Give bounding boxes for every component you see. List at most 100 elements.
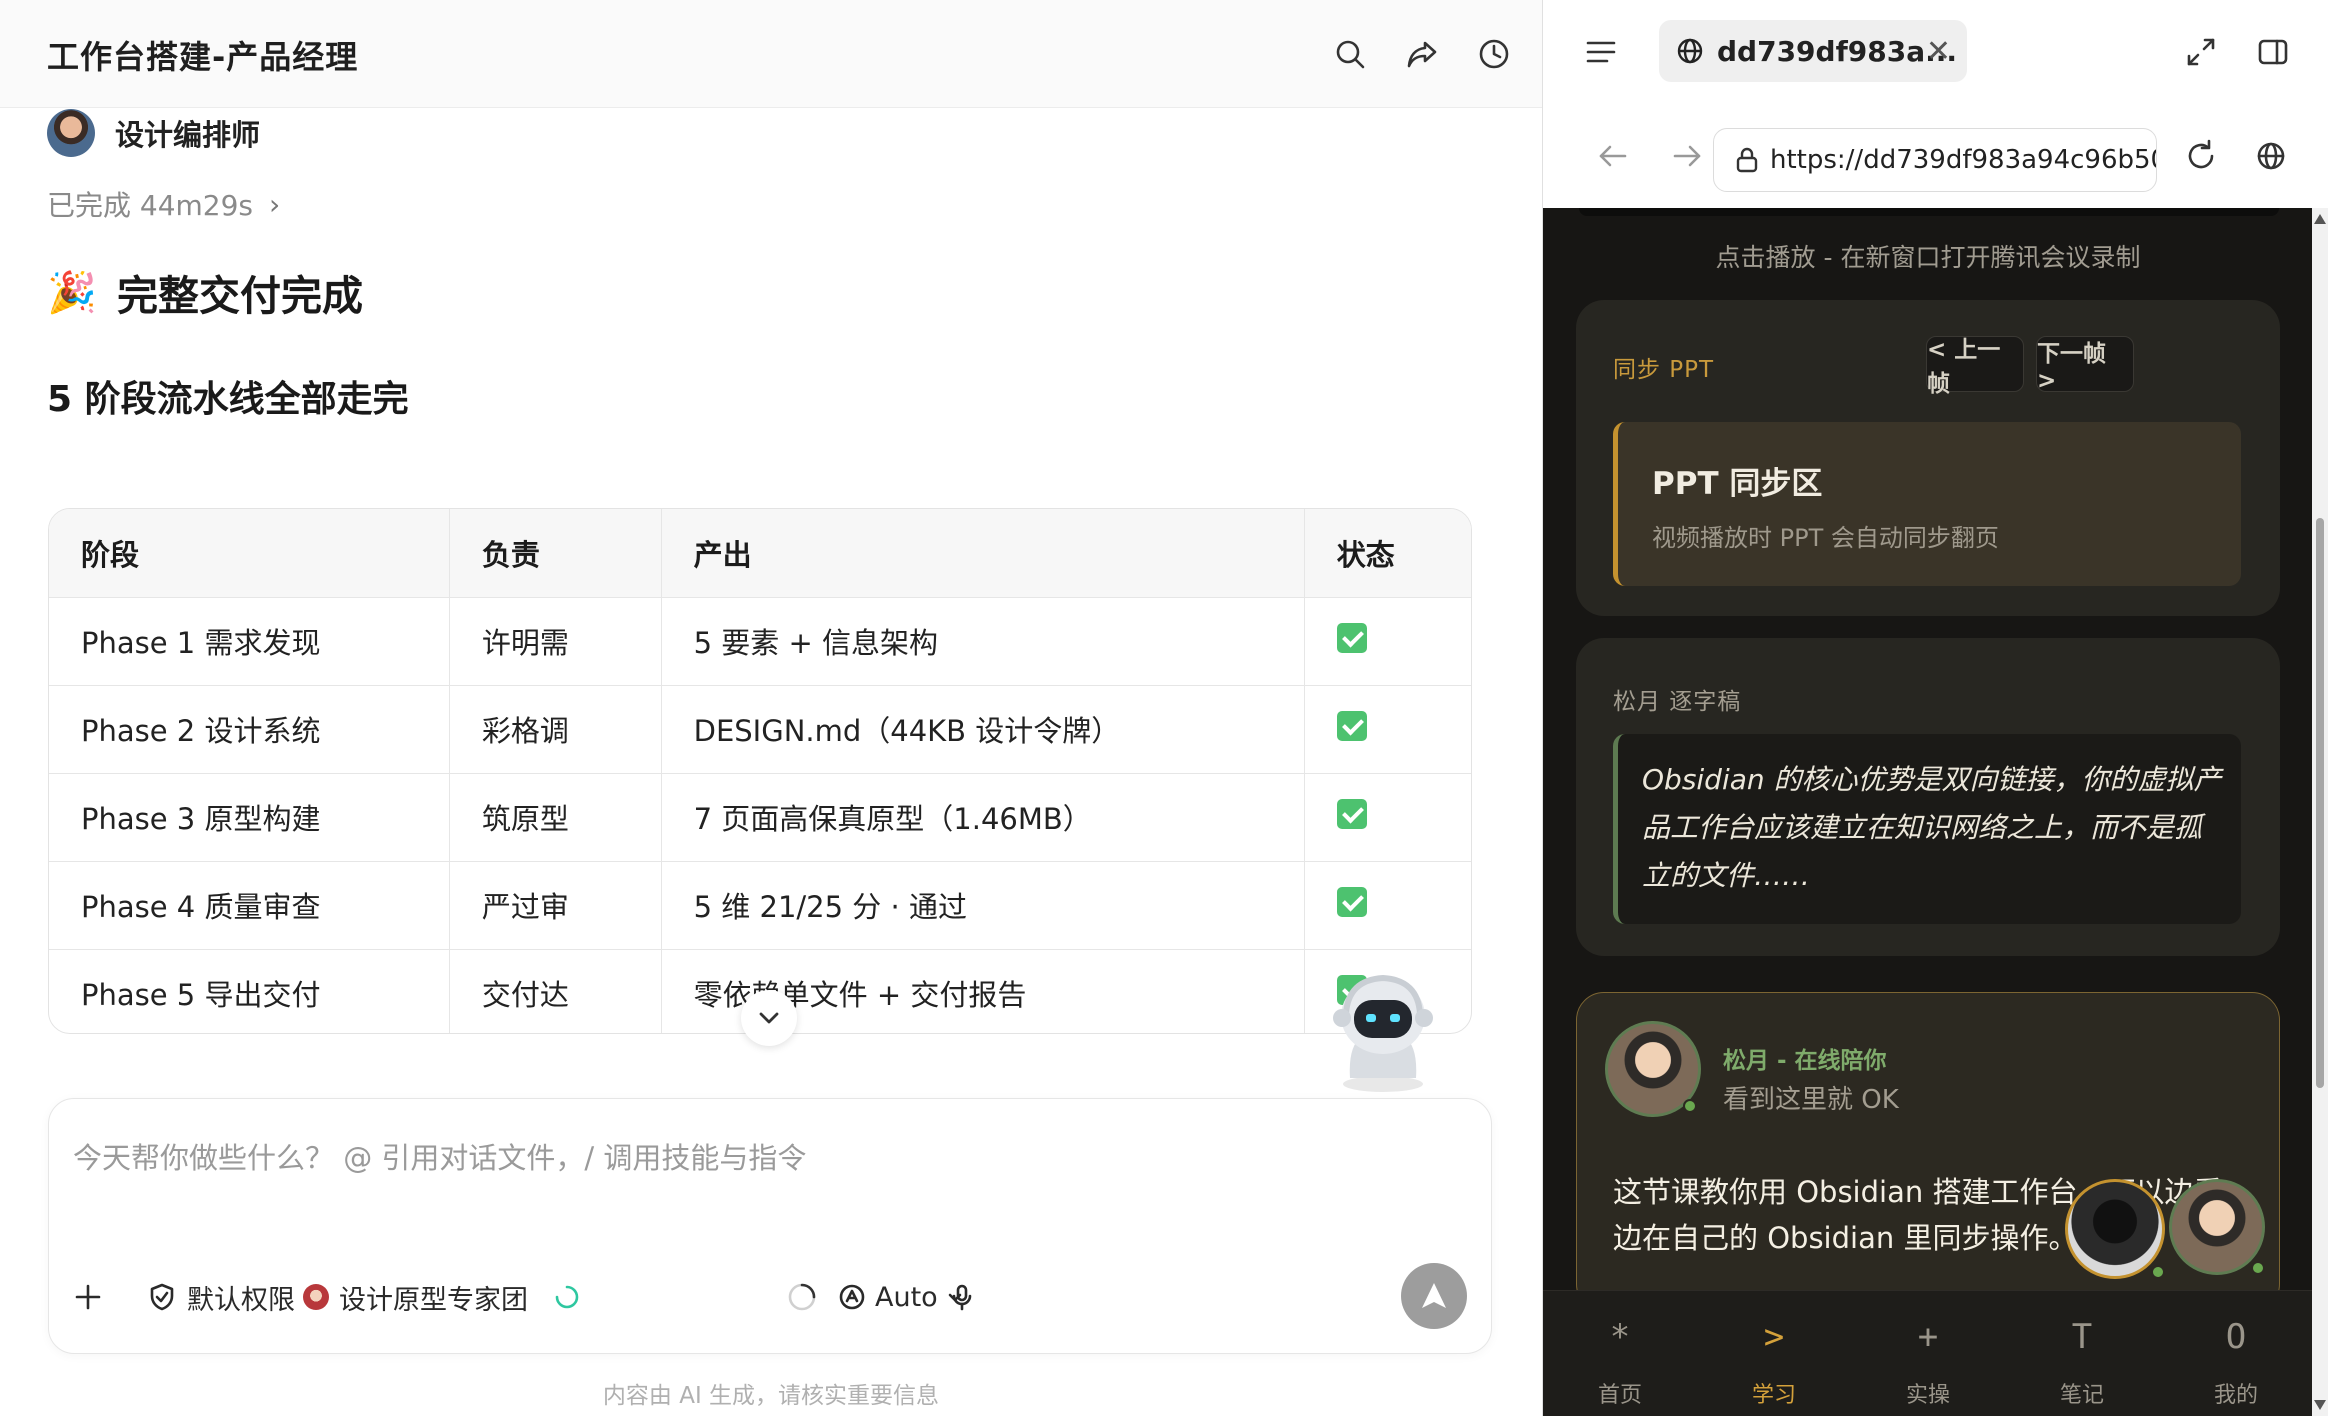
heading-text: 完整交付完成 [117, 272, 363, 320]
phase-cell: Phase 1 需求发现 [49, 597, 450, 686]
home-icon: * [1609, 1317, 1631, 1357]
ppt-sync-label: 同步 PPT [1613, 357, 1715, 383]
url-text: https://dd739df983a94c96b507 [1770, 145, 2157, 175]
message-composer[interactable]: 今天帮你做些什么？ @ 引用对话文件，/ 调用技能与指令 默认权限 设计原型专家… [48, 1098, 1492, 1354]
model-label: Auto [875, 1281, 938, 1313]
browser-tab[interactable]: dd739df983a... ✕ [1659, 20, 1967, 82]
history-clock-icon[interactable] [1474, 34, 1514, 74]
ppt-sync-area: PPT 同步区 视频播放时 PPT 会自动同步翻页 [1613, 422, 2241, 586]
status-cell [1304, 597, 1471, 686]
team-label: 设计原型专家团 [339, 1284, 528, 1316]
nav-item-profile[interactable]: O 我的 [2159, 1291, 2313, 1416]
browser-pane: dd739df983a... ✕ https://dd739df983a94c9… [1542, 0, 2328, 1416]
status-cell [1304, 773, 1471, 862]
completion-time-text: 已完成 44m29s [47, 189, 254, 222]
share-icon[interactable] [1402, 34, 1442, 74]
nav-label: 笔记 [2059, 1383, 2104, 1408]
nav-label: 学习 [1751, 1383, 1796, 1408]
output-cell: 5 要素 + 信息架构 [661, 597, 1305, 686]
search-icon[interactable] [1330, 34, 1370, 74]
ai-disclaimer: 内容由 AI 生成，请核实重要信息 [602, 1383, 940, 1409]
ppt-sync-card: 同步 PPT < 上一帧 下一帧 > PPT 同步区 视频播放时 PPT 会自动… [1576, 300, 2280, 616]
ppt-area-subtitle: 视频播放时 PPT 会自动同步翻页 [1652, 524, 1999, 552]
result-heading: 🎉 完整交付完成 [47, 262, 363, 322]
reload-icon[interactable] [2183, 138, 2219, 174]
model-selector[interactable]: Auto [837, 1267, 964, 1327]
permission-label: 默认权限 [187, 1284, 295, 1316]
plus-icon [75, 1284, 101, 1310]
chevron-right-icon: › [269, 187, 281, 221]
close-tab-icon[interactable]: ✕ [1926, 34, 1951, 69]
globe-icon [1677, 38, 1703, 64]
loading-spinner-icon [555, 1285, 579, 1309]
transcript-label: 松月 逐字稿 [1613, 689, 1742, 715]
add-attachment-button[interactable] [71, 1267, 105, 1327]
microphone-icon [952, 1284, 972, 1311]
nav-item-home[interactable]: * 首页 [1543, 1291, 1697, 1416]
scrollbar-thumb[interactable] [2316, 518, 2324, 1088]
forward-arrow-icon[interactable] [1669, 138, 1705, 174]
output-cell: 7 页面高保真原型（1.46MB） [661, 773, 1305, 862]
transcript-quote: Obsidian 的核心优势是双向链接，你的虚拟产品工作台应该建立在知识网络之上… [1613, 734, 2241, 924]
voice-input-button[interactable] [947, 1267, 977, 1327]
play-caption[interactable]: 点击播放 - 在新窗口打开腾讯会议录制 [1543, 238, 2313, 274]
table-row: Phase 4 质量审查 严过审 5 维 21/25 分 · 通过 [49, 861, 1471, 950]
video-pip-avatar[interactable] [2169, 1179, 2265, 1275]
agent-avatar [47, 109, 95, 157]
robot-mascot-icon[interactable] [1318, 966, 1448, 1096]
menu-icon[interactable] [1583, 34, 1619, 70]
send-button[interactable] [1401, 1263, 1467, 1329]
nav-label: 实操 [1905, 1383, 1950, 1408]
transcript-text: Obsidian 的核心优势是双向链接，你的虚拟产品工作台应该建立在知识网络之上… [1642, 763, 2222, 892]
check-icon [1336, 798, 1367, 829]
team-avatar [303, 1284, 329, 1310]
scroll-down-arrow-icon[interactable] [2314, 1400, 2326, 1410]
online-dot [1683, 1099, 1697, 1113]
next-frame-button[interactable]: 下一帧 > [2036, 336, 2134, 394]
nav-item-practice[interactable]: + 实操 [1851, 1291, 2005, 1416]
column-header-status: 状态 [1304, 509, 1471, 598]
companion-name: 松月 - 在线陪你 [1723, 1048, 1887, 1074]
party-popper-icon: 🎉 [47, 269, 97, 316]
owner-cell: 筑原型 [449, 773, 662, 862]
send-arrow-icon [1422, 1283, 1446, 1308]
video-pip-avatar[interactable] [2065, 1179, 2165, 1279]
nav-label: 首页 [1597, 1383, 1642, 1408]
team-selector[interactable]: 设计原型专家团 [303, 1267, 580, 1327]
phase-cell: Phase 2 设计系统 [49, 685, 450, 774]
phase-cell: Phase 3 原型构建 [49, 773, 450, 862]
nav-item-notes[interactable]: T 笔记 [2005, 1291, 2159, 1416]
composer-toolbar: 默认权限 设计原型专家团 Auto [49, 1263, 1491, 1329]
page-scrollbar[interactable] [2312, 208, 2328, 1416]
column-header-phase: 阶段 [49, 509, 450, 598]
completion-status[interactable]: 已完成 44m29s › [47, 184, 280, 224]
phase-table: 阶段 负责 产出 状态 Phase 1 需求发现 许明需 5 要素 + 信息架构… [48, 508, 1472, 1034]
scroll-to-bottom-button[interactable] [741, 990, 797, 1046]
browser-tab-bar: dd739df983a... ✕ [1543, 0, 2328, 104]
expand-icon[interactable] [2183, 34, 2219, 70]
check-icon [1336, 710, 1367, 741]
transcript-card: 松月 逐字稿 Obsidian 的核心优势是双向链接，你的虚拟产品工作台应该建立… [1576, 638, 2280, 956]
conversation-title: 工作台搭建-产品经理 [47, 38, 359, 76]
companion-status: 看到这里就 OK [1723, 1085, 1899, 1115]
url-field[interactable]: https://dd739df983a94c96b507 [1713, 128, 2157, 192]
table-row: Phase 1 需求发现 许明需 5 要素 + 信息架构 [49, 597, 1471, 686]
agent-name: 设计编排师 [115, 118, 261, 152]
status-cell [1304, 861, 1471, 950]
subheading: 5 阶段流水线全部走完 [47, 379, 409, 420]
online-dot [2251, 1261, 2265, 1275]
agent-row: 设计编排师 [47, 108, 260, 158]
tab-title: dd739df983a... [1717, 34, 1958, 68]
sidebar-toggle-icon[interactable] [2255, 34, 2291, 70]
translate-globe-icon[interactable] [2253, 138, 2289, 174]
profile-icon: O [2225, 1317, 2247, 1357]
back-arrow-icon[interactable] [1595, 138, 1631, 174]
message-input[interactable]: 今天帮你做些什么？ @ 引用对话文件，/ 调用技能与指令 [73, 1135, 806, 1177]
permission-selector[interactable]: 默认权限 [147, 1267, 323, 1327]
prev-frame-button[interactable]: < 上一帧 [1926, 336, 2024, 397]
nav-item-learn[interactable]: > 学习 [1697, 1291, 1851, 1416]
learn-icon: > [1763, 1317, 1785, 1357]
notes-icon: T [2071, 1317, 2093, 1357]
scroll-up-arrow-icon[interactable] [2314, 214, 2326, 224]
address-bar-row: https://dd739df983a94c96b507 [1543, 104, 2328, 208]
